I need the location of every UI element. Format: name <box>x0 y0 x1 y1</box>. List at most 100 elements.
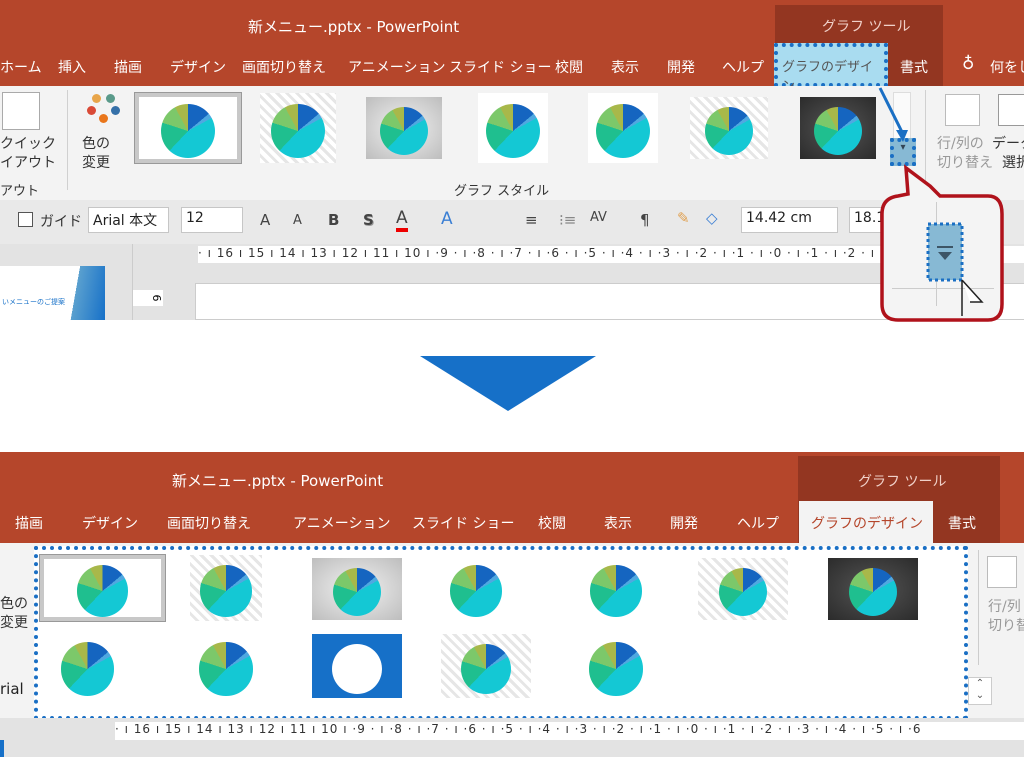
char-spacing-icon[interactable]: AV <box>590 210 607 225</box>
chart-style-8[interactable] <box>45 632 130 700</box>
down-arrow-icon <box>420 356 596 411</box>
pie-chart-preview <box>379 106 429 156</box>
horizontal-ruler-after: · ı 16 ı 15 ı 14 ı 13 ı 12 ı 11 ı 10 ı ·… <box>115 722 1024 740</box>
tab-design[interactable]: デザイン <box>170 57 226 77</box>
slide-thumbnail[interactable] <box>0 266 105 320</box>
pie-chart-preview <box>595 103 651 159</box>
switch-label-2: 切り替 <box>988 618 1024 634</box>
tab-animations[interactable]: アニメーション <box>348 57 445 77</box>
context-group-label-after: グラフ ツール <box>858 474 947 490</box>
decrease-font-icon[interactable]: A <box>293 213 302 228</box>
chart-style-7[interactable] <box>828 558 918 620</box>
tab-developer[interactable]: 開発 <box>667 57 695 77</box>
window-title-after: 新メニュー.pptx - PowerPoint <box>172 472 384 490</box>
tab-design[interactable]: デザイン <box>82 513 138 533</box>
divider <box>67 90 68 190</box>
guide-checkbox[interactable] <box>18 212 33 227</box>
shadow-icon[interactable]: S <box>363 211 374 229</box>
spin-button[interactable]: ⌃ ⌄ <box>968 677 992 705</box>
tab-help[interactable]: ヘルプ <box>722 57 764 77</box>
chart-style-9[interactable] <box>190 632 262 700</box>
tab-draw[interactable]: 描画 <box>114 57 142 77</box>
tab-review[interactable]: 校閲 <box>538 513 566 533</box>
chart-style-2[interactable] <box>260 93 336 163</box>
lightbulb-icon: ♁ <box>962 54 975 74</box>
increase-font-icon[interactable]: A <box>260 211 270 229</box>
tab-slideshow[interactable]: スライド ショー <box>412 513 514 533</box>
change-colors-button[interactable]: 色の 変更 <box>0 595 28 633</box>
chart-style-5[interactable] <box>580 555 652 621</box>
divider <box>132 244 133 320</box>
tab-format[interactable]: 書式 <box>900 57 928 77</box>
switch-row-column-button[interactable]: 行/列切り替 <box>988 598 1024 636</box>
bold-icon[interactable]: B <box>328 211 339 229</box>
pointer-arrow-head <box>896 130 908 142</box>
switch-label: 行/列 <box>988 599 1021 615</box>
pie-chart-preview <box>704 106 754 156</box>
vertical-ruler: 6 <box>133 290 163 306</box>
pie-chart-preview <box>76 565 129 617</box>
pie-chart-preview <box>589 642 643 696</box>
height-input[interactable]: 14.42 cm <box>741 207 838 233</box>
pie-chart-preview <box>590 565 642 617</box>
tab-animations[interactable]: アニメーション <box>293 513 390 533</box>
chart-style-11[interactable] <box>441 634 531 698</box>
chart-style-2[interactable] <box>190 555 262 621</box>
tab-view[interactable]: 表示 <box>611 57 639 77</box>
chart-style-10[interactable] <box>312 634 402 698</box>
shapes-icon[interactable]: ◇ <box>706 209 718 227</box>
context-group-label: グラフ ツール <box>822 19 911 35</box>
chart-style-4[interactable] <box>440 555 512 621</box>
chart-style-6[interactable] <box>698 558 788 620</box>
pointer-arrow-line <box>878 87 904 133</box>
zoom-callout <box>878 87 1004 322</box>
chart-style-3[interactable] <box>366 97 442 159</box>
tab-developer[interactable]: 開発 <box>670 513 698 533</box>
change-colors-label-2: 変更 <box>0 615 28 631</box>
slide-thumb-edge <box>0 740 4 757</box>
font-name-select[interactable]: Arial 本文 <box>88 207 169 233</box>
font-size-select[interactable]: 12 <box>181 207 243 233</box>
chart-style-12[interactable] <box>580 632 652 700</box>
tab-review[interactable]: 校閲 <box>555 57 583 77</box>
tell-me-box[interactable]: 何をし <box>990 57 1024 77</box>
align-icon[interactable]: ≡ <box>525 211 538 229</box>
format-painter-icon[interactable]: ✎ <box>677 209 690 227</box>
tab-help[interactable]: ヘルプ <box>737 513 779 533</box>
pie-chart-preview <box>461 644 511 694</box>
tab-format[interactable]: 書式 <box>948 513 976 533</box>
text-effects-icon[interactable]: A <box>441 209 453 229</box>
pie-chart-preview <box>199 642 253 696</box>
tab-view[interactable]: 表示 <box>604 513 632 533</box>
slide-thumbnail-text: いメニューのご提案 <box>2 298 65 306</box>
chart-style-7[interactable] <box>800 97 876 159</box>
pie-chart-preview <box>60 642 115 696</box>
chart-style-1[interactable] <box>134 92 242 164</box>
bullets-icon[interactable]: ⁝≡ <box>559 211 576 229</box>
quick-layout-button[interactable]: クイック イアウト <box>0 135 56 173</box>
pie-chart-preview <box>450 565 502 617</box>
guide-label: ガイド <box>40 214 82 230</box>
paragraph-icon[interactable]: ¶ <box>640 211 650 229</box>
quick-layout-label-2: イアウト <box>0 155 56 171</box>
tab-insert[interactable]: 挿入 <box>58 57 86 77</box>
tab-slideshow[interactable]: スライド ショー <box>449 57 551 77</box>
switch-row-column-icon <box>987 556 1017 588</box>
change-colors-button[interactable]: 色の 変更 <box>82 135 110 173</box>
chart-style-3[interactable] <box>312 558 402 620</box>
font-color-icon[interactable]: A <box>396 208 408 232</box>
tab-transitions[interactable]: 画面切り替え <box>242 57 326 77</box>
pie-chart-preview <box>160 103 216 159</box>
chart-style-1[interactable] <box>39 554 166 622</box>
divider <box>978 550 979 665</box>
pie-chart-preview <box>718 567 768 617</box>
tab-transitions[interactable]: 画面切り替え <box>167 513 251 533</box>
tab-home[interactable]: ホーム <box>0 57 42 77</box>
quick-layout-icon[interactable] <box>2 92 40 130</box>
chart-style-5[interactable] <box>588 93 658 163</box>
tab-draw[interactable]: 描画 <box>15 513 43 533</box>
chart-style-6[interactable] <box>690 97 768 159</box>
tab-chart-design[interactable]: グラフのデザイン <box>799 501 933 543</box>
pie-chart-preview <box>270 103 326 159</box>
chart-style-4[interactable] <box>478 93 548 163</box>
